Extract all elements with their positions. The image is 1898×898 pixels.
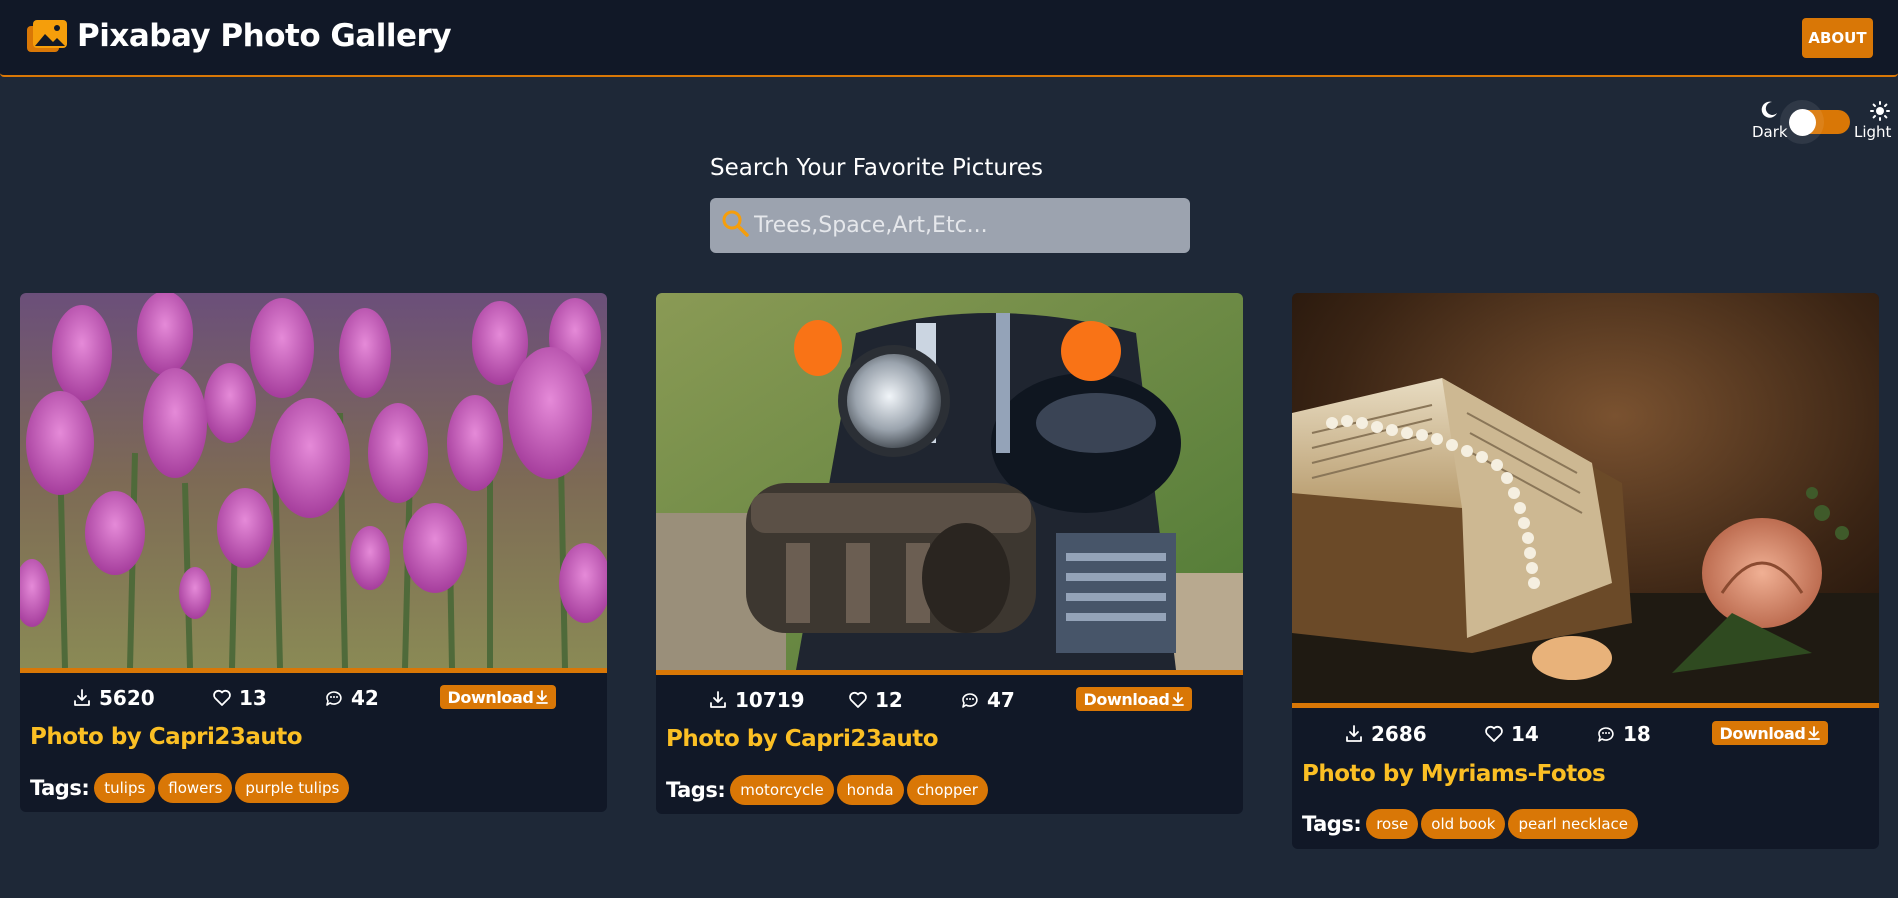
comments-stat: 47 bbox=[960, 685, 1015, 715]
downloads-count: 2686 bbox=[1371, 722, 1427, 746]
download-button[interactable]: Download bbox=[1712, 721, 1828, 745]
tags-label: Tags: bbox=[666, 778, 726, 802]
tag-chip[interactable]: purple tulips bbox=[235, 773, 350, 803]
photographer-name[interactable]: Photo by Myriams-Fotos bbox=[1302, 761, 1606, 787]
downloads-count: 5620 bbox=[99, 686, 155, 710]
comments-icon bbox=[326, 691, 342, 706]
tags-row: Tags: rose old book pearl necklace bbox=[1302, 808, 1639, 840]
photo-card: 5620 13 42 Download Photo by Capri23auto… bbox=[20, 293, 607, 812]
image-accent-bar bbox=[656, 670, 1243, 675]
heart-icon bbox=[213, 689, 231, 706]
tags-label: Tags: bbox=[1302, 812, 1362, 836]
top-navbar: Pixabay Photo Gallery ABOUT bbox=[0, 0, 1898, 77]
app-title: Pixabay Photo Gallery bbox=[77, 18, 452, 54]
theme-toggle: Dark Light bbox=[1748, 100, 1898, 145]
download-arrow-icon bbox=[1808, 726, 1821, 740]
tag-chip[interactable]: honda bbox=[836, 775, 904, 805]
downloads-stat: 5620 bbox=[72, 683, 155, 713]
theme-switch-knob[interactable] bbox=[1780, 100, 1824, 144]
stats-row: 5620 13 42 Download bbox=[20, 683, 607, 713]
tags-label: Tags: bbox=[30, 776, 90, 800]
download-button-label: Download bbox=[1083, 689, 1170, 709]
image-accent-bar bbox=[1292, 703, 1879, 708]
photo-image-motorcycle[interactable] bbox=[656, 293, 1243, 670]
likes-stat: 12 bbox=[848, 685, 903, 715]
tag-chip[interactable]: old book bbox=[1421, 809, 1506, 839]
photo-image-tulips[interactable] bbox=[20, 293, 607, 668]
download-count-icon bbox=[74, 689, 90, 706]
photographer-name[interactable]: Photo by Capri23auto bbox=[30, 724, 303, 750]
tag-chip[interactable]: rose bbox=[1366, 809, 1419, 839]
download-arrow-icon bbox=[1172, 692, 1185, 706]
search-box bbox=[710, 198, 1190, 253]
comments-count: 47 bbox=[987, 688, 1015, 712]
comments-stat: 18 bbox=[1596, 719, 1651, 749]
comments-count: 42 bbox=[351, 686, 379, 710]
likes-count: 13 bbox=[239, 686, 267, 710]
tag-chip[interactable]: chopper bbox=[906, 775, 988, 805]
likes-stat: 13 bbox=[212, 683, 267, 713]
photo-card: 10719 12 47 Download Photo by Capri23aut… bbox=[656, 293, 1243, 814]
photo-card: 2686 14 18 Download Photo by Myriams-Fot… bbox=[1292, 293, 1879, 849]
theme-switch[interactable] bbox=[1780, 100, 1850, 144]
gallery-logo-icon bbox=[27, 20, 67, 52]
search-input[interactable] bbox=[754, 198, 1184, 253]
downloads-count: 10719 bbox=[735, 688, 805, 712]
stats-row: 2686 14 18 Download bbox=[1292, 719, 1879, 749]
downloads-stat: 2686 bbox=[1344, 719, 1427, 749]
download-button-label: Download bbox=[1719, 723, 1806, 743]
photo-image-book-rose[interactable] bbox=[1292, 293, 1879, 703]
search-icon bbox=[722, 210, 749, 237]
download-count-icon bbox=[1346, 725, 1362, 742]
download-count-icon bbox=[710, 691, 726, 708]
likes-count: 12 bbox=[875, 688, 903, 712]
comments-icon bbox=[1598, 727, 1614, 742]
tag-chip[interactable]: tulips bbox=[94, 773, 156, 803]
about-button[interactable]: ABOUT bbox=[1802, 18, 1873, 58]
tags-row: Tags: tulips flowers purple tulips bbox=[30, 772, 350, 804]
comments-icon bbox=[962, 693, 978, 708]
download-button[interactable]: Download bbox=[1076, 687, 1192, 711]
light-mode-label: Light bbox=[1854, 123, 1892, 141]
tag-chip[interactable]: flowers bbox=[158, 773, 233, 803]
heart-icon bbox=[849, 691, 867, 708]
image-accent-bar bbox=[20, 668, 607, 673]
tags-row: Tags: motorcycle honda chopper bbox=[666, 774, 988, 806]
download-button-label: Download bbox=[447, 687, 534, 707]
sun-icon bbox=[1870, 101, 1890, 121]
likes-count: 14 bbox=[1511, 722, 1539, 746]
tag-chip[interactable]: motorcycle bbox=[730, 775, 834, 805]
comments-count: 18 bbox=[1623, 722, 1651, 746]
download-button[interactable]: Download bbox=[440, 685, 556, 709]
photographer-name[interactable]: Photo by Capri23auto bbox=[666, 726, 939, 752]
tag-chip[interactable]: pearl necklace bbox=[1508, 809, 1639, 839]
download-arrow-icon bbox=[536, 690, 549, 704]
moon-icon bbox=[1761, 101, 1777, 118]
search-heading: Search Your Favorite Pictures bbox=[710, 155, 1044, 181]
comments-stat: 42 bbox=[324, 683, 379, 713]
downloads-stat: 10719 bbox=[708, 685, 805, 715]
heart-icon bbox=[1485, 725, 1503, 742]
stats-row: 10719 12 47 Download bbox=[656, 685, 1243, 715]
likes-stat: 14 bbox=[1484, 719, 1539, 749]
